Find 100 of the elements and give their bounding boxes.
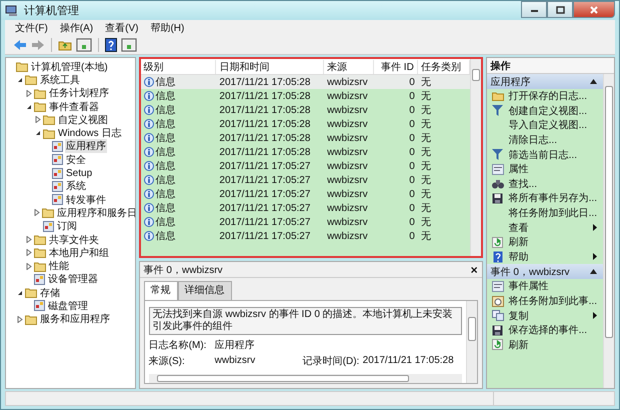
expanded-arrow-icon[interactable] [16, 290, 22, 296]
table-row[interactable]: 信息 2017/11/21 17:05:27 wwbizsrv 0 无 [140, 173, 470, 187]
tree-item[interactable]: 服务和应用程序 [39, 312, 111, 326]
action-item[interactable]: 将任务附加到此日... [486, 206, 603, 220]
menu-item[interactable]: 操作(A) [56, 20, 98, 34]
properties-icon [492, 164, 504, 175]
collapsed-arrow-icon[interactable] [26, 236, 32, 243]
table-row[interactable]: 信息 2017/11/21 17:05:28 wwbizsrv 0 无 [140, 145, 470, 159]
folder-up-icon[interactable] [58, 38, 72, 50]
column-header[interactable]: 日期和时间 [216, 60, 324, 74]
table-row[interactable]: 信息 2017/11/21 17:05:27 wwbizsrv 0 无 [140, 229, 470, 243]
refresh-icon [492, 236, 504, 248]
collapsed-arrow-icon[interactable] [26, 262, 32, 270]
action-item[interactable]: 将任务附加到此事... [486, 294, 603, 308]
expanded-arrow-icon[interactable] [16, 76, 22, 83]
tree-item[interactable]: 任务计划程序 [48, 86, 110, 100]
tree-item[interactable]: 系统 [65, 179, 87, 194]
action-item[interactable]: 筛选当前日志... [486, 147, 603, 162]
pane-toggle-icon[interactable] [76, 38, 92, 52]
tree-item[interactable]: 应用程序 [65, 139, 107, 154]
table-row[interactable]: 信息 2017/11/21 17:05:27 wwbizsrv 0 无 [140, 187, 470, 201]
tree-item[interactable]: 自定义视图 [57, 112, 109, 127]
menu-item[interactable]: 帮助(H) [146, 20, 188, 34]
table-cell-text: 0 [408, 174, 416, 186]
section-header[interactable]: 事件 0，wwbizsrv [486, 264, 603, 280]
collapsed-arrow-icon[interactable] [16, 316, 22, 323]
expanded-arrow-icon[interactable] [26, 104, 32, 110]
info-icon [144, 231, 154, 241]
column-header[interactable]: 来源 [324, 60, 374, 74]
action-item[interactable]: 创建自定义视图... [486, 104, 603, 118]
maximize-button[interactable] [547, 1, 573, 18]
column-header[interactable]: 级别 [140, 60, 216, 74]
table-row[interactable]: 信息 2017/11/21 17:05:27 wwbizsrv 0 无 [140, 159, 470, 173]
tree-item[interactable]: 计算机管理(本地) [30, 60, 109, 74]
collapsed-arrow-icon[interactable] [26, 249, 32, 256]
action-item[interactable]: 导入自定义视图... [486, 118, 603, 133]
column-header[interactable]: 事件 ID [374, 60, 418, 74]
tab[interactable]: 常规 [144, 281, 178, 300]
table-row[interactable]: 信息 2017/11/21 17:05:28 wwbizsrv 0 无 [140, 131, 470, 145]
help-icon[interactable] [105, 38, 117, 52]
collapsed-arrow-icon[interactable] [34, 209, 40, 216]
tree-item[interactable]: 存储 [39, 286, 61, 300]
table-row[interactable]: 信息 2017/11/21 17:05:27 wwbizsrv 0 无 [140, 201, 470, 215]
collapse-arrow-icon[interactable] [590, 79, 597, 84]
table-cell-text: 2017/11/21 17:05:28 [218, 146, 312, 158]
menu-item[interactable]: 查看(V) [101, 20, 142, 34]
tree-item[interactable]: 共享文件夹 [48, 232, 100, 247]
tree-item[interactable]: 事件查看器 [48, 100, 100, 114]
tree-item[interactable]: 设备管理器 [47, 272, 99, 286]
tree-item[interactable]: 性能 [48, 259, 70, 274]
action-item[interactable]: 查看 [486, 220, 603, 235]
action-label: 属性 [508, 162, 529, 176]
tree-item[interactable]: 系统工具 [39, 72, 81, 87]
action-item[interactable]: 复制 [486, 308, 603, 323]
action-item[interactable]: 属性 [486, 162, 603, 177]
minimize-button[interactable] [521, 1, 547, 18]
table-row[interactable]: 信息 2017/11/21 17:05:28 wwbizsrv 0 无 [140, 103, 470, 117]
action-item[interactable]: 清除日志... [486, 132, 603, 148]
action-item[interactable]: 打开保存的日志... [486, 89, 603, 104]
table-cell-text: 信息 [156, 160, 176, 173]
action-item[interactable]: 查找... [486, 176, 603, 192]
tree-item[interactable]: 订阅 [56, 219, 78, 234]
scrollbar[interactable] [470, 59, 481, 256]
expanded-arrow-icon[interactable] [34, 130, 40, 136]
table-row[interactable]: 信息 2017/11/21 17:05:27 wwbizsrv 0 无 [140, 215, 470, 229]
forward-arrow-icon[interactable] [31, 38, 45, 50]
tree-item[interactable]: 磁盘管理 [47, 299, 89, 313]
table-cell-text: wwbizsrv [326, 104, 369, 116]
tree-item[interactable]: Setup [65, 168, 94, 179]
tree-item[interactable]: 转发事件 [65, 192, 107, 207]
section-header[interactable]: 应用程序 [486, 74, 603, 89]
collapse-arrow-icon[interactable] [590, 269, 597, 274]
tab[interactable]: 详细信息 [178, 281, 232, 300]
collapsed-arrow-icon[interactable] [26, 90, 32, 97]
action-item[interactable]: 事件属性 [486, 279, 603, 294]
table-row[interactable]: 信息 2017/11/21 17:05:28 wwbizsrv 0 无 [140, 75, 470, 89]
table-row[interactable]: 信息 2017/11/21 17:05:28 wwbizsrv 0 无 [140, 117, 470, 131]
table-cell-text: 无 [420, 76, 432, 89]
action-item[interactable]: 刷新 [486, 338, 603, 352]
table-row[interactable]: 信息 2017/11/21 17:05:28 wwbizsrv 0 无 [140, 89, 470, 103]
action-item[interactable]: 帮助 [486, 250, 603, 264]
close-button[interactable] [573, 1, 615, 18]
tree-item[interactable]: 本地用户和组 [48, 246, 110, 260]
scrollbar[interactable] [466, 301, 477, 383]
tree-item[interactable]: 安全 [65, 152, 87, 167]
scrollbar[interactable] [148, 374, 462, 383]
menu-item[interactable]: 文件(F) [11, 20, 52, 34]
scrollbar[interactable] [603, 74, 614, 388]
action-item[interactable]: 保存选择的事件... [486, 322, 603, 338]
action-item[interactable]: 将所有事件另存为... [486, 191, 603, 206]
table-cell-text: 0 [408, 146, 416, 158]
table-cell-text: 2017/11/21 17:05:27 [218, 202, 312, 214]
table-cell-text: 2017/11/21 17:05:27 [218, 216, 312, 228]
action-item[interactable]: 刷新 [486, 234, 603, 250]
pane-toggle-icon[interactable] [121, 38, 137, 52]
back-arrow-icon[interactable] [13, 38, 27, 50]
collapsed-arrow-icon[interactable] [34, 116, 40, 124]
table-cell-text: 信息 [156, 188, 176, 201]
close-button[interactable]: × [470, 262, 478, 276]
tree-item[interactable]: Windows 日志 [57, 126, 122, 140]
